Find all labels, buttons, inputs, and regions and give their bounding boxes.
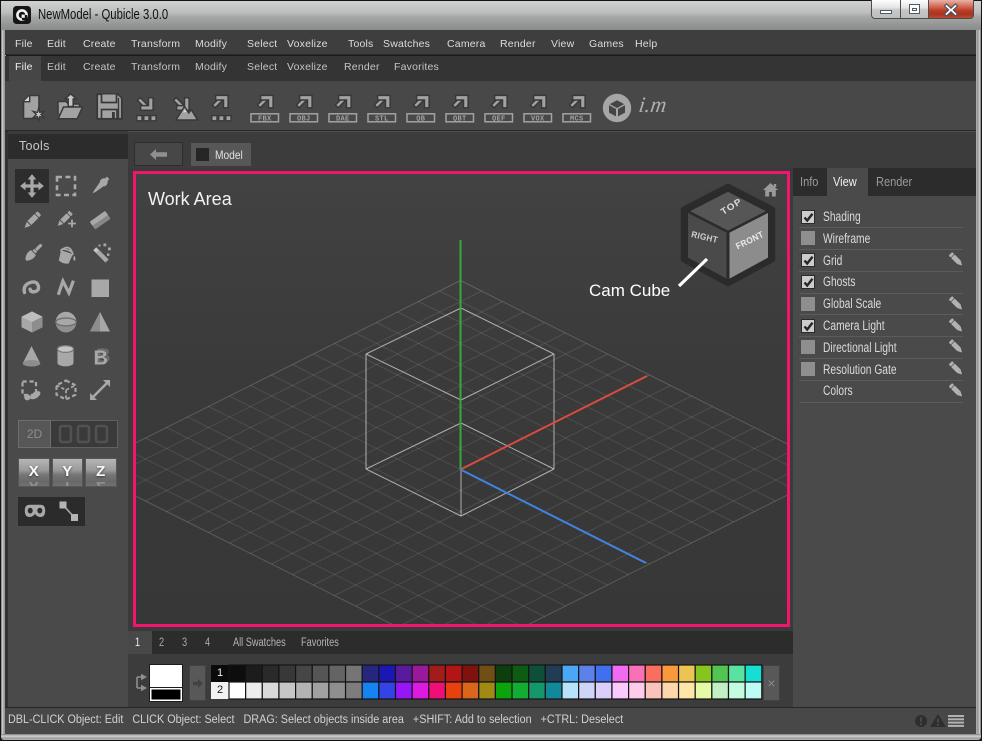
svg-text:OBJ: OBJ [297, 115, 311, 123]
svg-text:QB: QB [416, 115, 426, 123]
svg-text:B: B [94, 348, 108, 370]
svg-text:MCS: MCS [570, 115, 584, 123]
svg-text:DAE: DAE [336, 115, 350, 123]
svg-text:QEF: QEF [492, 115, 506, 123]
svg-text:STL: STL [375, 115, 389, 123]
svg-text:FBX: FBX [258, 115, 272, 123]
svg-text:VOX: VOX [531, 115, 545, 123]
svg-text:QBT: QBT [453, 115, 467, 123]
